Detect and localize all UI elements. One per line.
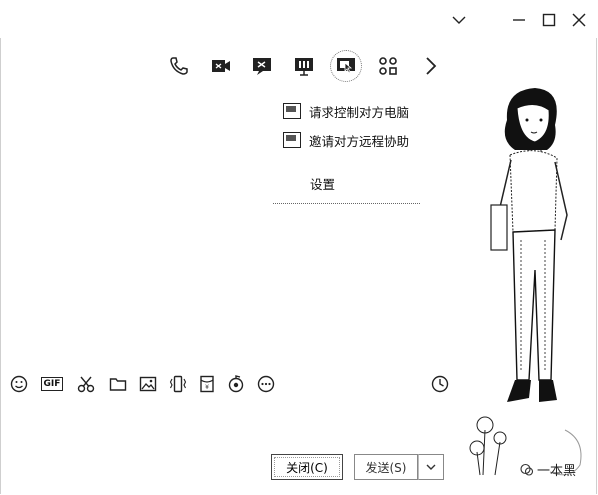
screen-share-icon[interactable] bbox=[250, 54, 274, 78]
phone-icon[interactable] bbox=[167, 54, 191, 78]
history-clock-icon[interactable] bbox=[430, 374, 450, 394]
watermark: 一本黑 bbox=[520, 460, 576, 479]
monitor-icon bbox=[283, 132, 301, 148]
wechat-icon bbox=[520, 463, 534, 476]
watermark-text: 一本黑 bbox=[537, 464, 577, 479]
gif-icon[interactable]: GIF bbox=[40, 374, 64, 394]
svg-text:¥: ¥ bbox=[205, 384, 209, 391]
invite-assist-label: 邀请对方远程协助 bbox=[309, 133, 410, 149]
chevron-down-icon[interactable] bbox=[448, 9, 470, 31]
girl-illustration bbox=[469, 88, 582, 476]
request-control-item[interactable]: 请求控制对方电脑 bbox=[283, 101, 409, 121]
gif-label: GIF bbox=[40, 377, 64, 391]
maximize-icon[interactable] bbox=[538, 9, 560, 31]
image-icon[interactable] bbox=[138, 374, 158, 394]
invite-assist-item[interactable]: 邀请对方远程协助 bbox=[283, 130, 409, 150]
music-icon[interactable] bbox=[226, 374, 246, 394]
chevron-down-icon bbox=[426, 464, 436, 470]
whiteboard-icon[interactable] bbox=[292, 54, 316, 78]
send-button[interactable]: 发送(S) bbox=[354, 454, 418, 480]
close-icon[interactable] bbox=[568, 9, 590, 31]
request-control-label: 请求控制对方电脑 bbox=[309, 104, 410, 120]
more-icon[interactable] bbox=[256, 374, 276, 394]
scissors-icon[interactable] bbox=[76, 374, 96, 394]
more-chevron-icon[interactable] bbox=[418, 54, 442, 78]
monitor-icon bbox=[283, 103, 301, 119]
settings-item[interactable]: 设置 bbox=[310, 174, 335, 193]
close-button[interactable]: 关闭(C) bbox=[271, 454, 343, 480]
red-envelope-icon[interactable]: ¥ bbox=[197, 374, 217, 394]
send-options-button[interactable] bbox=[418, 454, 444, 480]
menu-divider bbox=[273, 203, 420, 204]
folder-icon[interactable] bbox=[108, 374, 128, 394]
vibrate-icon[interactable] bbox=[168, 374, 188, 394]
remote-assist-icon[interactable] bbox=[330, 50, 362, 82]
emoji-icon[interactable] bbox=[9, 374, 29, 394]
minimize-icon[interactable] bbox=[508, 9, 530, 31]
apps-icon[interactable] bbox=[376, 54, 400, 78]
video-call-icon[interactable] bbox=[209, 54, 233, 78]
